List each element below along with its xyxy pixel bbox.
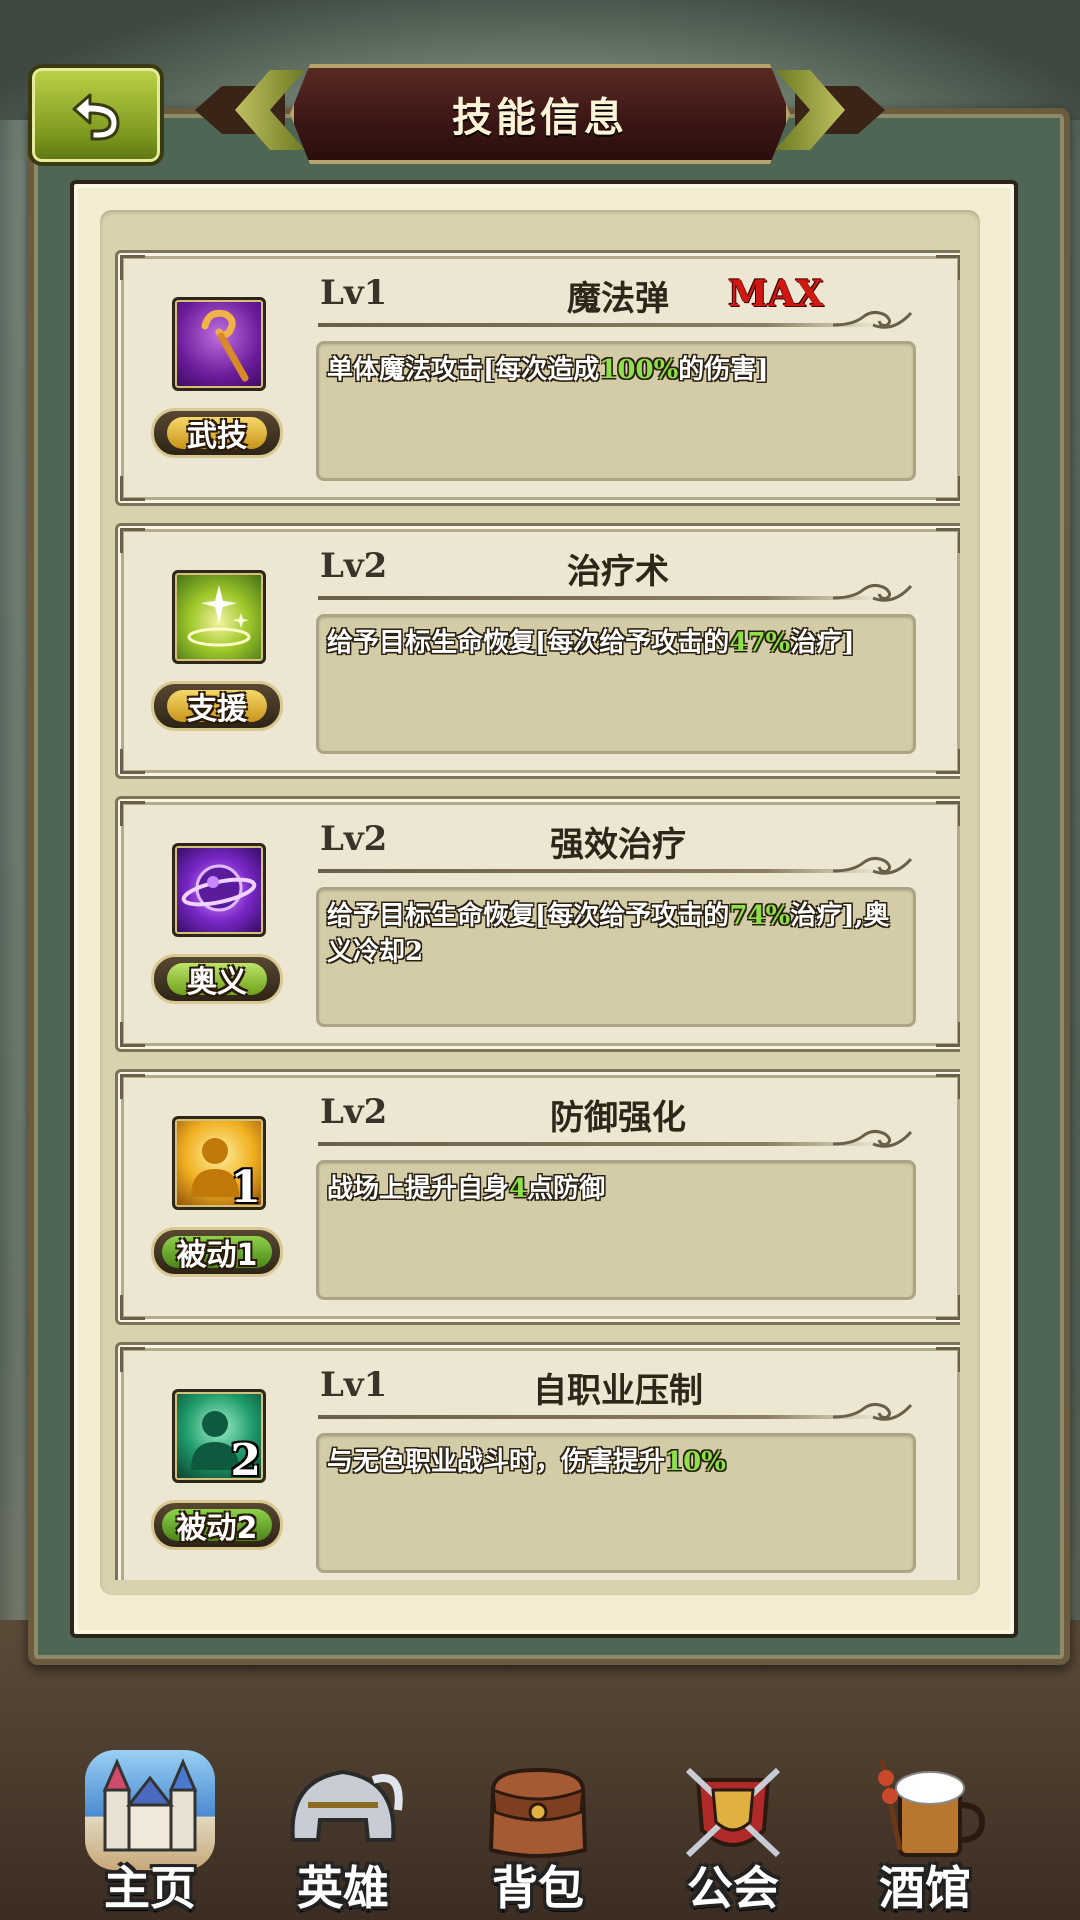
- nav-item-guild[interactable]: 公会: [648, 1720, 818, 1920]
- card-corner: [936, 1074, 960, 1099]
- skill-card[interactable]: 2 被动2 Lv1 自职业压制 与无色职业战斗时，伤害提升10%: [115, 1342, 960, 1580]
- card-corner: [936, 1022, 960, 1047]
- skill-description: 给予目标生命恢复[每次给予攻击的74%治疗],奥义冷却2: [316, 887, 916, 1027]
- divider: [318, 869, 878, 873]
- card-corner: [936, 1347, 960, 1372]
- card-corner: [120, 1074, 145, 1099]
- skill-type-tag: 被动1: [151, 1227, 283, 1277]
- description-text: 点防御: [527, 1174, 606, 1204]
- max-badge: MAX: [728, 273, 824, 315]
- skill-level: Lv1: [320, 273, 388, 313]
- nav-item-home[interactable]: 主页: [65, 1720, 235, 1920]
- divider: [318, 1415, 878, 1419]
- heal-sparkle-icon[interactable]: [172, 570, 266, 664]
- skill-type-tag: 武技: [151, 408, 283, 458]
- skill-card[interactable]: 1 被动1 Lv2 防御强化 战场上提升自身4点防御: [115, 1069, 960, 1325]
- skill-level: Lv2: [320, 546, 388, 586]
- bottom-nav: 主页 英雄 背包 公会 酒馆: [0, 1720, 1080, 1920]
- nav-label: 公会: [687, 1861, 779, 1915]
- back-button[interactable]: [28, 64, 164, 166]
- nav-item-heroes[interactable]: 英雄: [258, 1720, 428, 1920]
- description-text: 战场上提升自身: [327, 1174, 510, 1204]
- card-corner: [936, 528, 960, 553]
- card-corner: [120, 255, 145, 280]
- skill-description: 给予目标生命恢复[每次给予攻击的47%治疗]: [316, 614, 916, 754]
- card-corner: [936, 801, 960, 826]
- skill-name: 防御强化: [550, 1098, 686, 1138]
- card-corner: [936, 749, 960, 774]
- card-corner: [120, 749, 145, 774]
- card-corner: [120, 801, 145, 826]
- skill-card[interactable]: 奥义 Lv2 强效治疗 给予目标生命恢复[每次给予攻击的74%治疗],奥义冷却2: [115, 796, 960, 1052]
- skill-card[interactable]: 支援 Lv2 治疗术 给予目标生命恢复[每次给予攻击的47%治疗]: [115, 523, 960, 779]
- skill-description: 战场上提升自身4点防御: [316, 1160, 916, 1300]
- flourish-ornament-icon: [833, 1402, 913, 1421]
- skill-level: Lv1: [320, 1365, 388, 1405]
- skill-description: 单体魔法攻击[每次造成100%的伤害]: [316, 341, 916, 481]
- skill-description: 与无色职业战斗时，伤害提升10%: [316, 1433, 916, 1573]
- skill-type-label: 被动2: [162, 1509, 272, 1546]
- description-text: 的伤害]: [678, 355, 769, 385]
- skill-name: 自职业压制: [533, 1371, 703, 1411]
- skill-type-label: 奥义: [167, 963, 267, 1000]
- icon-number: 2: [230, 1435, 261, 1486]
- skill-level: Lv2: [320, 819, 388, 859]
- flourish-ornament-icon: [833, 310, 913, 329]
- passive-person-gold-icon[interactable]: 1: [172, 1116, 266, 1213]
- flourish-ornament-icon: [833, 1129, 913, 1148]
- description-text: 单体魔法攻击[每次造成: [327, 355, 600, 385]
- description-text: 与无色职业战斗时，伤害提升: [327, 1447, 666, 1477]
- nav-label: 背包: [492, 1861, 584, 1915]
- card-corner: [120, 528, 145, 553]
- title-bar: 技能信息: [195, 64, 885, 164]
- flourish-ornament-icon: [833, 583, 913, 602]
- divider: [318, 1142, 878, 1146]
- skill-name: 治疗术: [567, 552, 669, 592]
- description-text: 给予目标生命恢复[每次给予攻击的: [327, 901, 730, 931]
- description-text: 给予目标生命恢复[每次给予攻击的: [327, 628, 730, 658]
- magic-staff-icon[interactable]: [172, 297, 266, 391]
- page-title: 技能信息: [452, 95, 628, 141]
- card-corner: [120, 1022, 145, 1047]
- skill-list[interactable]: 武技 Lv1 魔法弹 MAX 单体魔法攻击[每次造成100%的伤害] 支援 Lv…: [115, 250, 960, 1580]
- divider: [318, 323, 878, 327]
- skill-level: Lv2: [320, 1092, 388, 1132]
- card-corner: [936, 476, 960, 501]
- nav-item-backpack[interactable]: 背包: [453, 1720, 623, 1920]
- nav-label: 酒馆: [879, 1861, 971, 1915]
- divider: [318, 596, 878, 600]
- arcane-orb-icon[interactable]: [172, 843, 266, 937]
- skill-type-tag: 奥义: [151, 954, 283, 1004]
- card-corner: [120, 476, 145, 501]
- description-text: 治疗]: [790, 628, 855, 658]
- skill-type-tag: 被动2: [151, 1500, 283, 1550]
- description-highlight: 100%: [599, 355, 679, 385]
- description-highlight: 74%: [729, 901, 791, 931]
- skill-name: 强效治疗: [550, 825, 686, 865]
- title-plate: 技能信息: [290, 64, 790, 164]
- skill-type-label: 被动1: [162, 1236, 272, 1273]
- nav-item-tavern[interactable]: 酒馆: [840, 1720, 1010, 1920]
- card-corner: [936, 1295, 960, 1320]
- description-highlight: 4: [509, 1174, 528, 1204]
- nav-label: 主页: [104, 1861, 196, 1915]
- passive-person-teal-icon[interactable]: 2: [172, 1389, 266, 1486]
- description-highlight: 47%: [729, 628, 791, 658]
- card-corner: [936, 255, 960, 280]
- card-corner: [120, 1295, 145, 1320]
- skill-card[interactable]: 武技 Lv1 魔法弹 MAX 单体魔法攻击[每次造成100%的伤害]: [115, 250, 960, 506]
- icon-number: 1: [230, 1162, 261, 1213]
- skill-type-label: 支援: [167, 690, 267, 727]
- back-arrow-icon: [72, 93, 120, 141]
- skill-type-label: 武技: [167, 417, 267, 454]
- flourish-ornament-icon: [833, 856, 913, 875]
- description-highlight: 10%: [665, 1447, 726, 1477]
- card-corner: [120, 1347, 145, 1372]
- nav-label: 英雄: [297, 1861, 389, 1915]
- skill-type-tag: 支援: [151, 681, 283, 731]
